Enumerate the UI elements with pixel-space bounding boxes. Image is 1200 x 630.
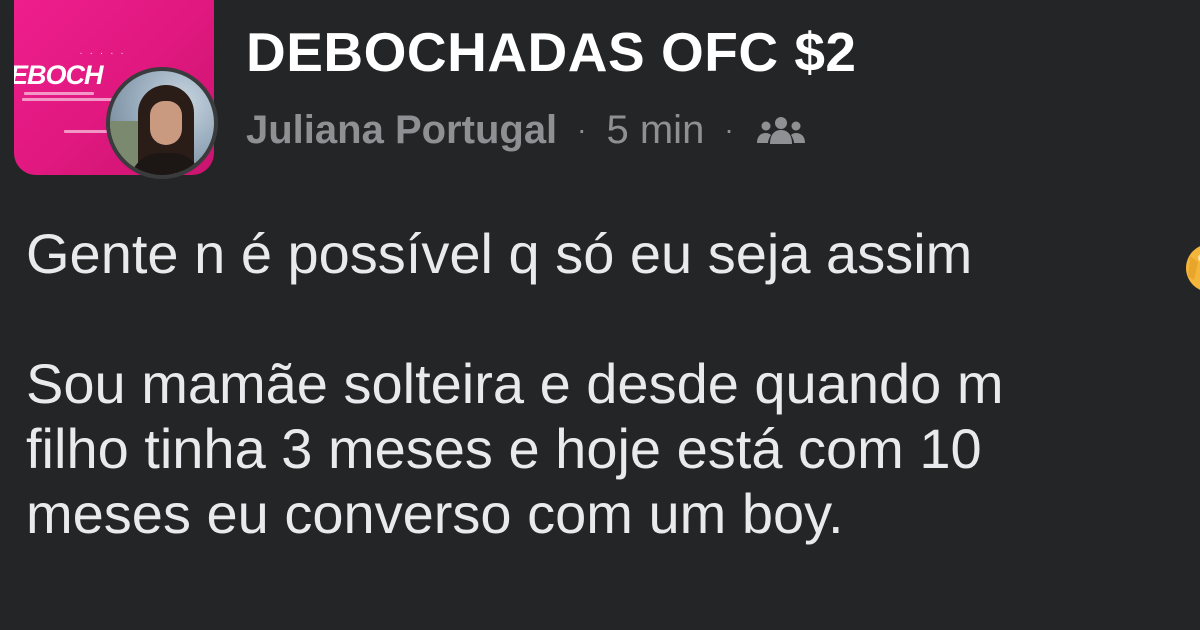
post-meta: Juliana Portugal · 5 min ·	[246, 104, 808, 156]
post-body-line	[26, 287, 1200, 352]
thumbnail-text-row	[64, 130, 110, 133]
group-logo-text: EBOCH	[14, 60, 104, 90]
post-body-line: filho tinha 3 meses e hoje está com 10	[26, 417, 982, 480]
post-body-line: Gente n é possível q só eu seja assim	[26, 222, 973, 285]
group-name-link[interactable]: DEBOCHADAS OFC $2	[246, 20, 857, 84]
thumbnail-decoration: · · · · ·	[80, 51, 127, 58]
post-body-line: meses eu converso com um boy.	[26, 482, 844, 545]
facebook-post: · · · · · EBOCH DEBOCHADAS OFC $2 Julian…	[0, 0, 1200, 630]
author-name-link[interactable]: Juliana Portugal	[246, 108, 557, 153]
thumbnail-text-row	[22, 98, 112, 101]
thumbnail-text-row	[24, 92, 94, 95]
post-body-line: Sou mamãe solteira e desde quando m	[26, 352, 1004, 415]
post-timestamp[interactable]: 5 min	[607, 108, 705, 153]
group-icon[interactable]	[754, 114, 808, 146]
author-avatar[interactable]	[106, 67, 218, 179]
post-body: Gente n é possível q só eu seja assim So…	[26, 222, 1200, 547]
meta-separator: ·	[724, 114, 734, 145]
avatar-face	[150, 101, 182, 145]
meta-separator: ·	[577, 114, 587, 145]
partial-emoji-icon	[1180, 236, 1200, 296]
